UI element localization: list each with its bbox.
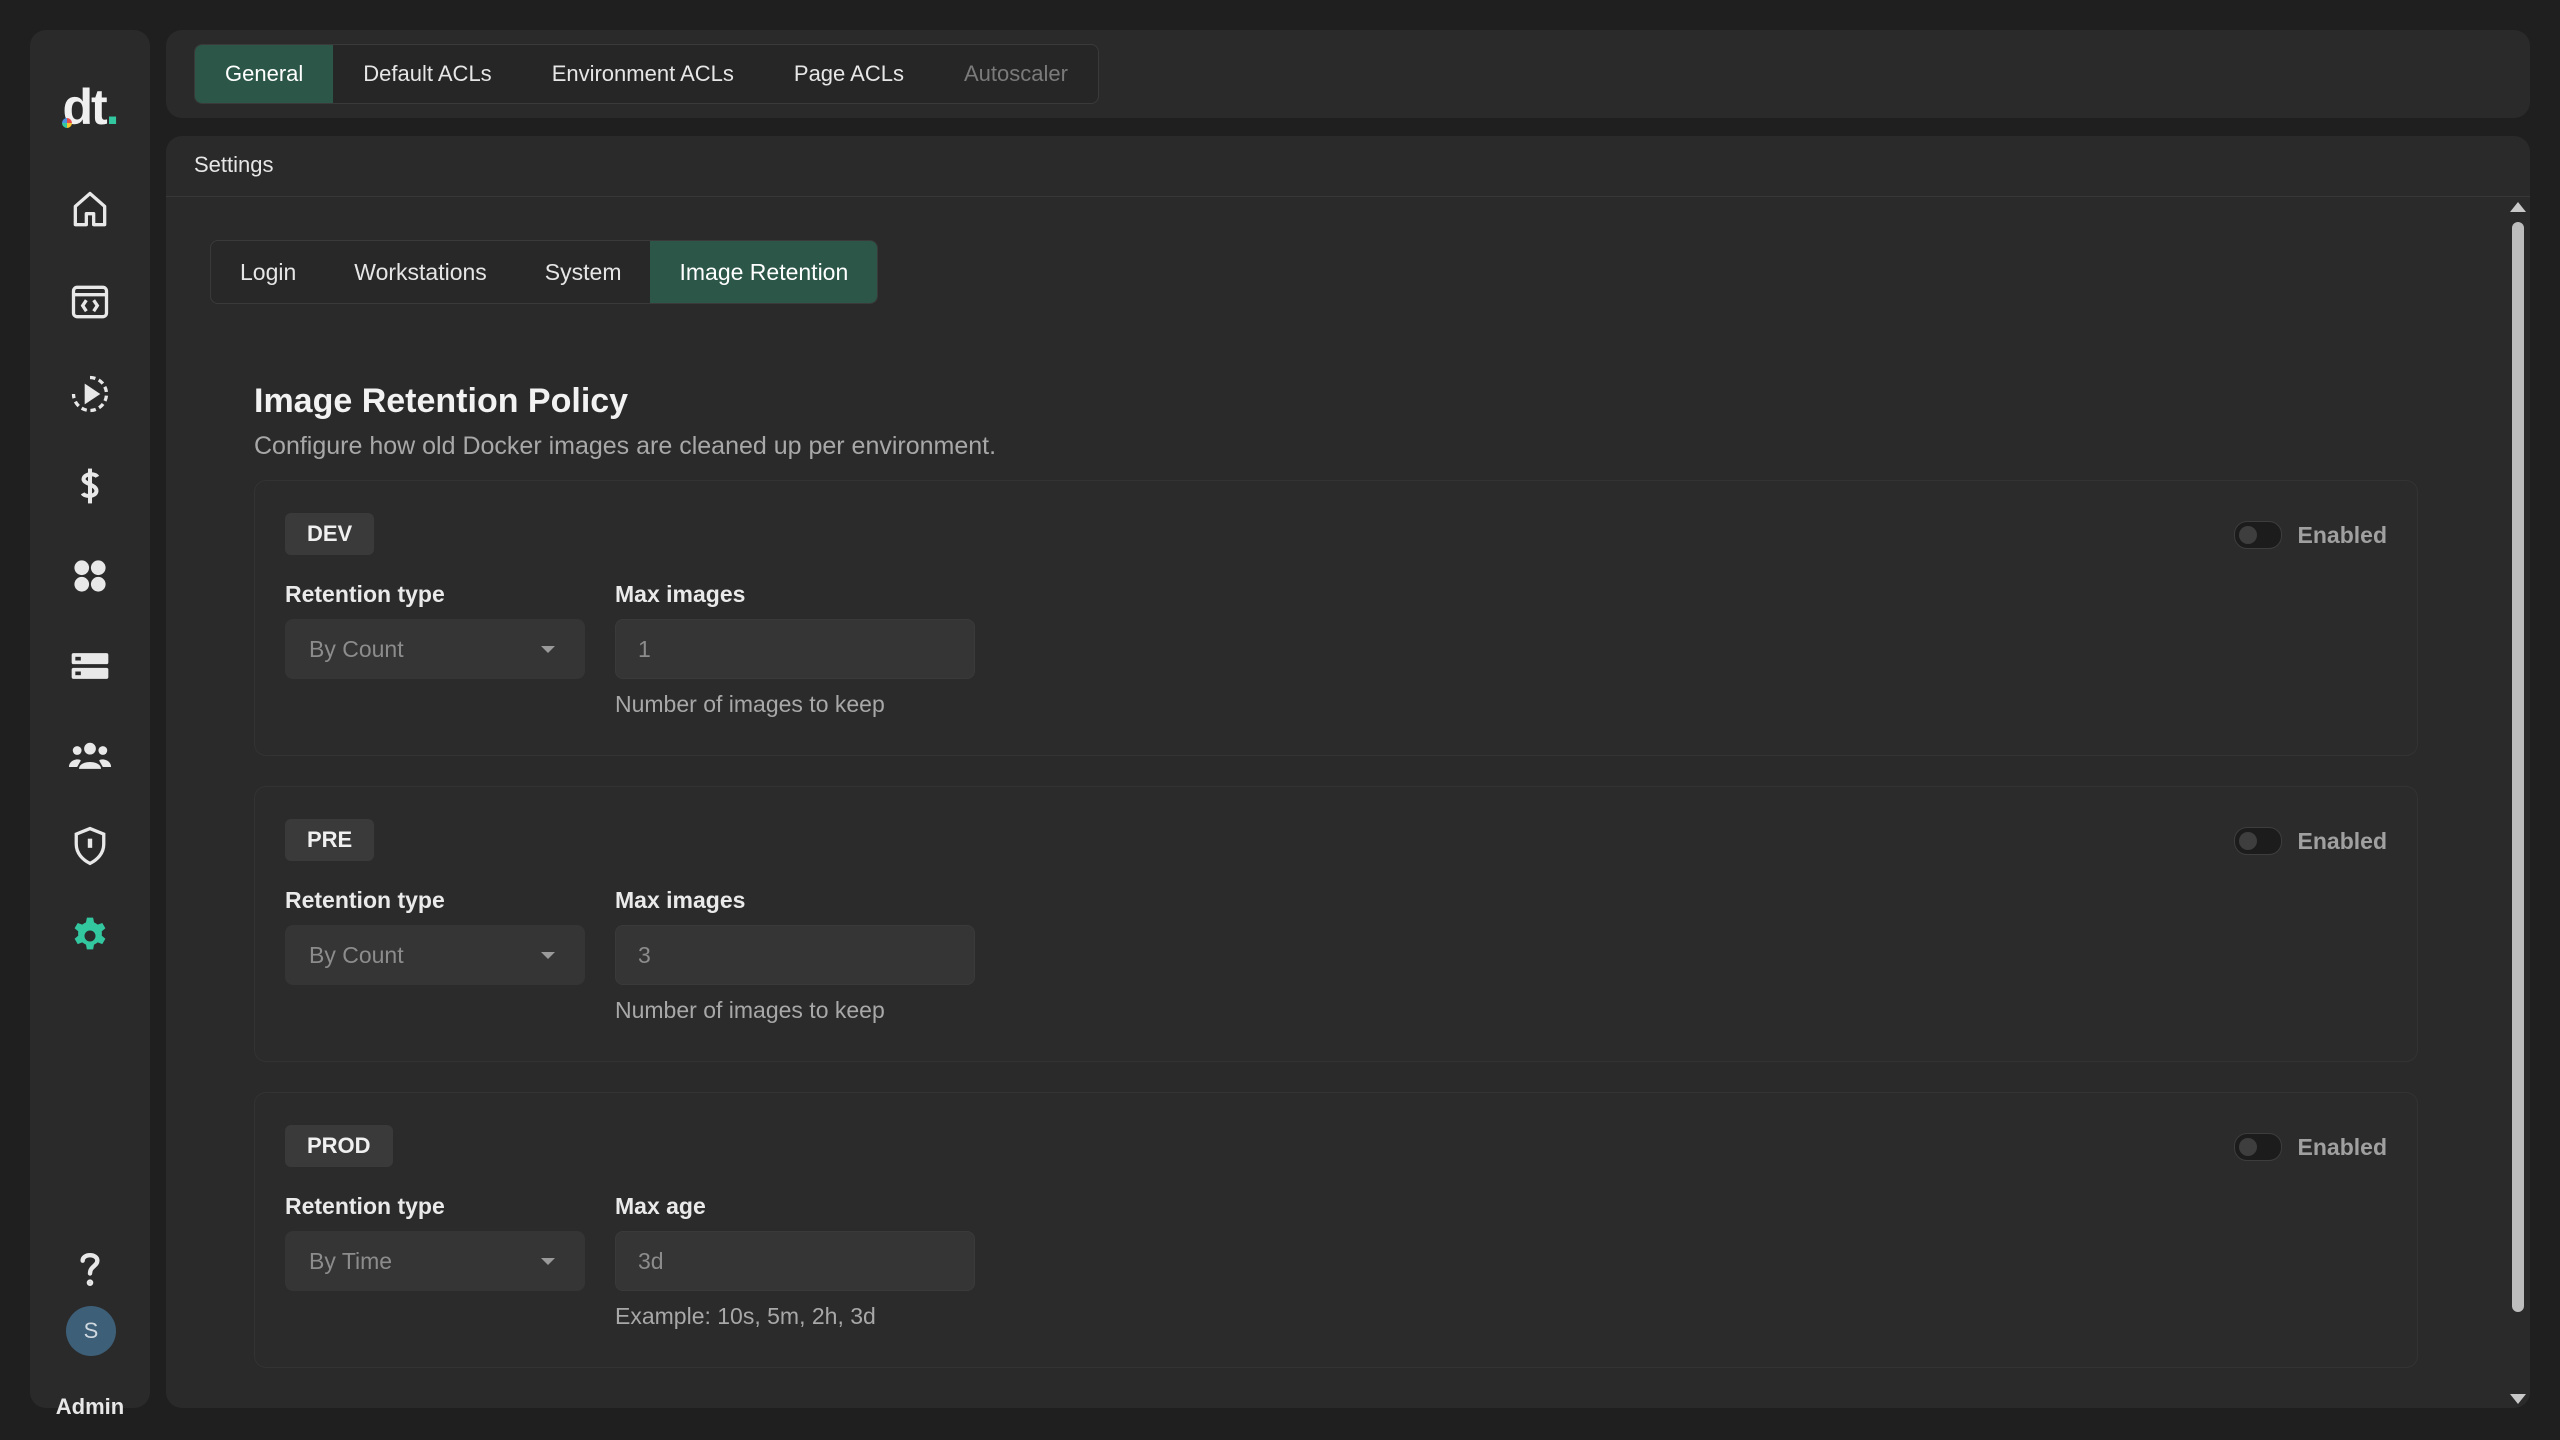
page-description: Configure how old Docker images are clea…	[254, 432, 997, 460]
env-badge: DEV	[285, 513, 375, 555]
enabled-toggle[interactable]: Enabled	[2233, 521, 2387, 549]
user-role-label: Admin	[55, 1394, 125, 1419]
helper-text: Example: 10s, 5m, 2h, 3d	[615, 1303, 876, 1329]
logo[interactable]: dt.	[30, 78, 150, 136]
env-badge: PROD	[285, 1125, 393, 1167]
dollar-icon[interactable]	[60, 456, 120, 516]
env-badge: PRE	[285, 819, 375, 861]
tab-page-acls[interactable]: Page ACLs	[764, 45, 934, 103]
max-age-input[interactable]: 3d	[615, 1231, 975, 1291]
toggle-label: Enabled	[2297, 1133, 2387, 1160]
settings-panel: Settings Login Workstations System Image…	[166, 136, 2530, 1408]
chevron-down-icon	[541, 952, 555, 959]
panel-title: Settings	[194, 152, 274, 177]
retention-type-label: Retention type	[285, 1193, 445, 1219]
enabled-toggle[interactable]: Enabled	[2233, 827, 2387, 855]
top-tabs: General Default ACLs Environment ACLs Pa…	[194, 44, 1099, 104]
play-circle-icon[interactable]	[60, 364, 120, 424]
retention-type-select[interactable]: By Time	[285, 1231, 585, 1291]
tab-environment-acls[interactable]: Environment ACLs	[522, 45, 764, 103]
select-value: By Count	[309, 942, 404, 968]
chevron-down-icon	[541, 1258, 555, 1265]
helper-text: Number of images to keep	[615, 997, 885, 1023]
toggle-switch[interactable]	[2233, 521, 2282, 549]
toggle-switch[interactable]	[2233, 827, 2282, 855]
env-card-prod: PROD Enabled Retention type Max age By T…	[254, 1092, 2418, 1368]
retention-type-select[interactable]: By Count	[285, 925, 585, 985]
server-icon[interactable]	[60, 636, 120, 696]
subtab-login[interactable]: Login	[211, 241, 325, 303]
toggle-label: Enabled	[2297, 827, 2387, 854]
max-images-input[interactable]: 3	[615, 925, 975, 985]
top-bar: General Default ACLs Environment ACLs Pa…	[166, 30, 2530, 118]
scrollbar-thumb[interactable]	[2512, 222, 2524, 1312]
helper-text: Number of images to keep	[615, 691, 885, 717]
subtab-image-retention[interactable]: Image Retention	[650, 241, 878, 303]
tab-default-acls[interactable]: Default ACLs	[333, 45, 521, 103]
settings-sub-tabs: Login Workstations System Image Retentio…	[210, 240, 879, 304]
chevron-down-icon	[541, 646, 555, 653]
users-icon[interactable]	[60, 726, 120, 786]
help-icon[interactable]	[60, 1238, 120, 1298]
retention-type-label: Retention type	[285, 581, 445, 607]
env-card-pre: PRE Enabled Retention type Max images By…	[254, 786, 2418, 1062]
avatar[interactable]: S	[66, 1306, 116, 1356]
sidebar: dt. S Admin	[30, 30, 150, 1419]
gear-icon[interactable]	[60, 906, 120, 966]
tab-autoscaler[interactable]: Autoscaler	[934, 45, 1098, 103]
enabled-toggle[interactable]: Enabled	[2233, 1133, 2387, 1161]
toggle-switch[interactable]	[2233, 1133, 2282, 1161]
select-value: By Time	[309, 1248, 393, 1274]
subtab-workstations[interactable]: Workstations	[325, 241, 516, 303]
tab-general[interactable]: General	[195, 45, 334, 103]
value-label: Max images	[615, 887, 746, 913]
select-value: By Count	[309, 636, 404, 662]
scroll-down-arrow[interactable]	[2510, 1394, 2526, 1404]
shield-icon[interactable]	[60, 816, 120, 876]
code-window-icon[interactable]	[60, 272, 120, 332]
value-label: Max images	[615, 581, 746, 607]
max-images-input[interactable]: 1	[615, 619, 975, 679]
page-title: Image Retention Policy	[254, 382, 629, 420]
home-icon[interactable]	[60, 180, 120, 240]
apps-grid-icon[interactable]	[60, 546, 120, 606]
subtab-system[interactable]: System	[516, 241, 651, 303]
scroll-up-arrow[interactable]	[2510, 202, 2526, 212]
retention-type-label: Retention type	[285, 887, 445, 913]
retention-type-select[interactable]: By Count	[285, 619, 585, 679]
divider	[166, 196, 2530, 197]
value-label: Max age	[615, 1193, 706, 1219]
env-card-dev: DEV Enabled Retention type Max images By…	[254, 480, 2418, 756]
toggle-label: Enabled	[2297, 521, 2387, 548]
